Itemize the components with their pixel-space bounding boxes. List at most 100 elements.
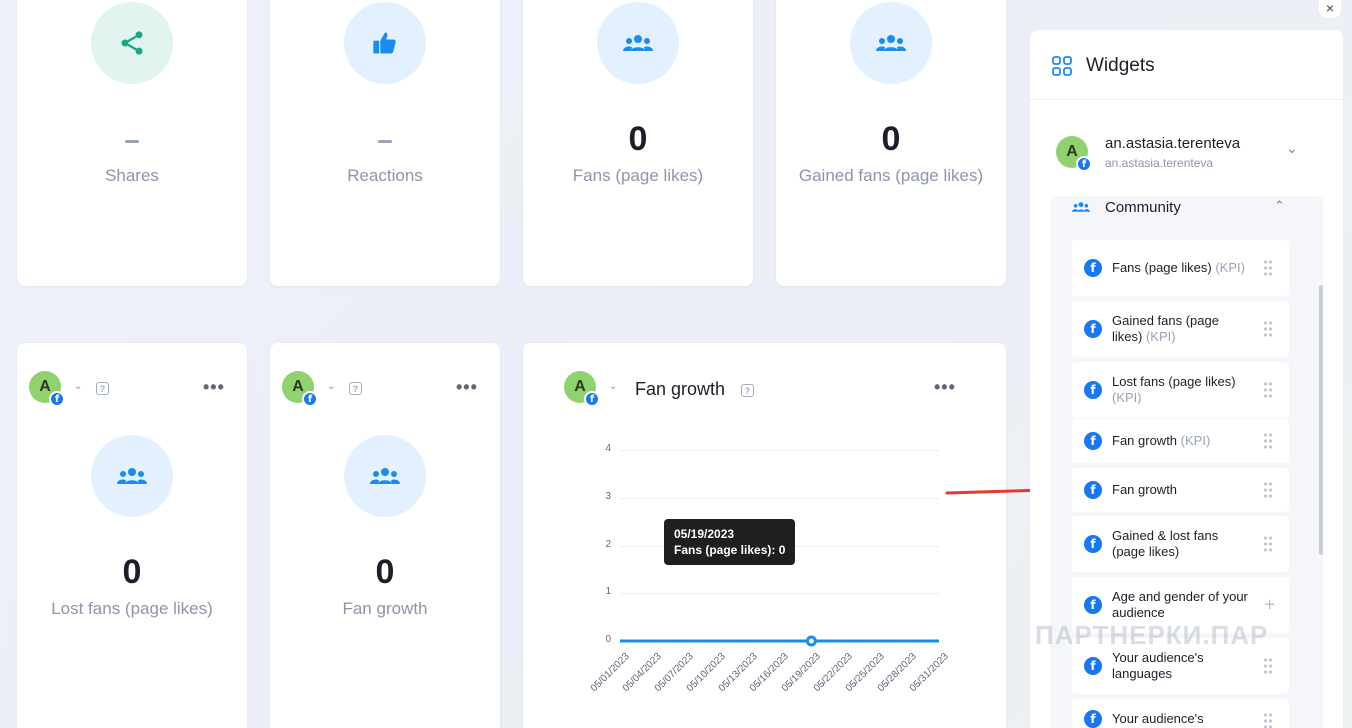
widget-item-name: Lost fans (page likes) bbox=[1112, 374, 1236, 389]
watermark: ПАРТНЕРКИ.ПАР bbox=[1035, 620, 1269, 650]
facebook-icon: f bbox=[1084, 657, 1102, 675]
facebook-icon: f bbox=[1084, 596, 1102, 614]
chevron-down-icon[interactable]: ⌄ bbox=[327, 381, 335, 392]
drag-handle-icon[interactable] bbox=[1263, 320, 1273, 338]
metric-card-gained-fans: 0 Gained fans (page likes) bbox=[776, 0, 1006, 286]
widget-item-name: Fan growth bbox=[1112, 433, 1178, 448]
widgets-grid-icon bbox=[1052, 56, 1072, 76]
drag-handle-icon[interactable] bbox=[1263, 712, 1273, 728]
widget-item-fan-growth[interactable]: f Fan growth bbox=[1072, 468, 1289, 512]
metric-label: Gained fans (page likes) bbox=[798, 166, 984, 185]
panel-title: Widgets bbox=[1086, 55, 1155, 76]
drag-handle-icon[interactable] bbox=[1263, 259, 1273, 277]
metric-label: Lost fans (page likes) bbox=[51, 599, 213, 618]
metric-value: 0 bbox=[881, 120, 901, 158]
widget-item-lost-fans-kpi[interactable]: f Lost fans (page likes) (KPI) bbox=[1072, 362, 1289, 418]
widget-item-audience[interactable]: f Your audience's bbox=[1072, 699, 1289, 728]
drag-handle-icon[interactable] bbox=[1263, 381, 1273, 399]
more-options-button[interactable]: ••• bbox=[203, 377, 225, 398]
widget-item-label: Your audience's bbox=[1112, 711, 1252, 727]
section-title: Community bbox=[1105, 199, 1181, 216]
thumbs-up-icon bbox=[373, 32, 396, 54]
chevron-down-icon[interactable]: ⌄ bbox=[74, 381, 82, 392]
metric-label: Fans (page likes) bbox=[572, 166, 704, 185]
drag-handle-icon[interactable] bbox=[1263, 535, 1273, 553]
widget-card-fan-growth-chart: A f ⌄ Fan growth ? ••• 4 3 2 1 0 05/01/2023 05… bbox=[523, 343, 1006, 728]
chart-tooltip: 05/19/2023 Fans (page likes): 0 bbox=[664, 519, 796, 565]
widget-card-fan-growth: A f ⌄ ? ••• 0 Fan growth bbox=[270, 343, 500, 728]
drag-handle-icon[interactable] bbox=[1263, 657, 1273, 675]
kpi-tag: (KPI) bbox=[1112, 390, 1142, 405]
widget-item-label: Your audience's languages bbox=[1112, 650, 1252, 682]
panel-header: Widgets bbox=[1030, 30, 1343, 100]
facebook-icon: f bbox=[1084, 381, 1102, 399]
widget-item-fan-growth-kpi[interactable]: f Fan growth (KPI) bbox=[1072, 419, 1289, 463]
metric-card-fans: 0 Fans (page likes) bbox=[523, 0, 753, 286]
kpi-tag: (KPI) bbox=[1145, 329, 1176, 344]
avatar-initial: A bbox=[1066, 143, 1078, 160]
close-button[interactable]: × bbox=[1319, 0, 1341, 18]
facebook-icon: f bbox=[1076, 156, 1092, 172]
help-icon[interactable]: ? bbox=[349, 382, 362, 395]
widget-item-label: Gained & lost fans (page likes) bbox=[1112, 528, 1252, 560]
metric-label: Reactions bbox=[347, 166, 423, 185]
facebook-icon: f bbox=[1084, 320, 1102, 338]
highlighted-data-point[interactable] bbox=[805, 635, 817, 647]
chevron-down-icon: ⌄ bbox=[1286, 140, 1298, 156]
more-options-button[interactable]: ••• bbox=[456, 377, 478, 398]
avatar[interactable]: A f bbox=[282, 371, 318, 407]
kpi-tag: (KPI) bbox=[1180, 433, 1211, 448]
drag-handle-icon[interactable] bbox=[1263, 432, 1273, 450]
account-handle: an.astasia.terenteva bbox=[1105, 156, 1214, 170]
add-icon[interactable]: + bbox=[1264, 595, 1275, 616]
widget-item-gained-lost-fans[interactable]: f Gained & lost fans (page likes) bbox=[1072, 516, 1289, 572]
empty-value-dash bbox=[125, 140, 139, 143]
metric-value: 0 bbox=[628, 120, 648, 158]
tooltip-value: Fans (page likes): 0 bbox=[674, 543, 786, 557]
thumbs-up-icon-circle bbox=[344, 2, 426, 84]
facebook-icon: f bbox=[302, 391, 318, 407]
widget-card-lost-fans: A f ⌄ ? ••• 0 Lost fans (page likes) bbox=[17, 343, 247, 728]
users-icon bbox=[117, 468, 147, 484]
facebook-icon: f bbox=[1084, 259, 1102, 277]
users-icon bbox=[1072, 202, 1090, 212]
tooltip-date: 05/19/2023 bbox=[674, 527, 735, 541]
avatar: A f bbox=[1056, 136, 1092, 172]
widget-item-label: Lost fans (page likes) (KPI) bbox=[1112, 374, 1252, 406]
widget-item-label: Fans (page likes) (KPI) bbox=[1112, 260, 1252, 276]
metric-card-shares: Shares bbox=[17, 0, 247, 286]
widget-item-name: Fan growth bbox=[1112, 482, 1178, 497]
metric-label: Fan growth bbox=[342, 599, 428, 618]
facebook-icon: f bbox=[49, 391, 65, 407]
share-icon bbox=[121, 31, 143, 55]
metric-label: Shares bbox=[105, 166, 159, 185]
account-name: an.astasia.terenteva bbox=[1105, 135, 1241, 152]
widget-item-label: Fan growth (KPI) bbox=[1112, 433, 1252, 449]
widget-item-label: Gained fans (page likes) (KPI) bbox=[1112, 313, 1252, 345]
avatar[interactable]: A f bbox=[29, 371, 65, 407]
widget-item-label: Fan growth bbox=[1112, 482, 1252, 498]
chevron-up-icon: ⌃ bbox=[1274, 198, 1285, 213]
widget-item-name: Your audience's languages bbox=[1112, 650, 1204, 681]
metric-card-reactions: Reactions bbox=[270, 0, 500, 286]
widget-item-gained-fans-kpi[interactable]: f Gained fans (page likes) (KPI) bbox=[1072, 301, 1289, 357]
widget-item-name: Fans (page likes) bbox=[1112, 260, 1212, 275]
users-icon bbox=[876, 35, 906, 51]
widget-item-fans-kpi[interactable]: f Fans (page likes) (KPI) bbox=[1072, 240, 1289, 296]
help-icon[interactable]: ? bbox=[96, 382, 109, 395]
facebook-icon: f bbox=[1084, 432, 1102, 450]
widget-item-label: Age and gender of your audience bbox=[1112, 589, 1252, 621]
users-icon-circle bbox=[91, 435, 173, 517]
kpi-tag: (KPI) bbox=[1215, 260, 1245, 275]
avatar-initial: A bbox=[292, 378, 304, 395]
users-icon bbox=[623, 35, 653, 51]
panel-scrollbar[interactable] bbox=[1319, 285, 1323, 555]
metric-value: 0 bbox=[375, 553, 395, 591]
drag-handle-icon[interactable] bbox=[1263, 481, 1273, 499]
users-icon-circle bbox=[597, 2, 679, 84]
users-icon-circle bbox=[850, 2, 932, 84]
widget-item-name: Your audience's bbox=[1112, 711, 1204, 726]
share-icon-circle bbox=[91, 2, 173, 84]
facebook-icon: f bbox=[1084, 481, 1102, 499]
empty-value-dash bbox=[378, 140, 392, 143]
